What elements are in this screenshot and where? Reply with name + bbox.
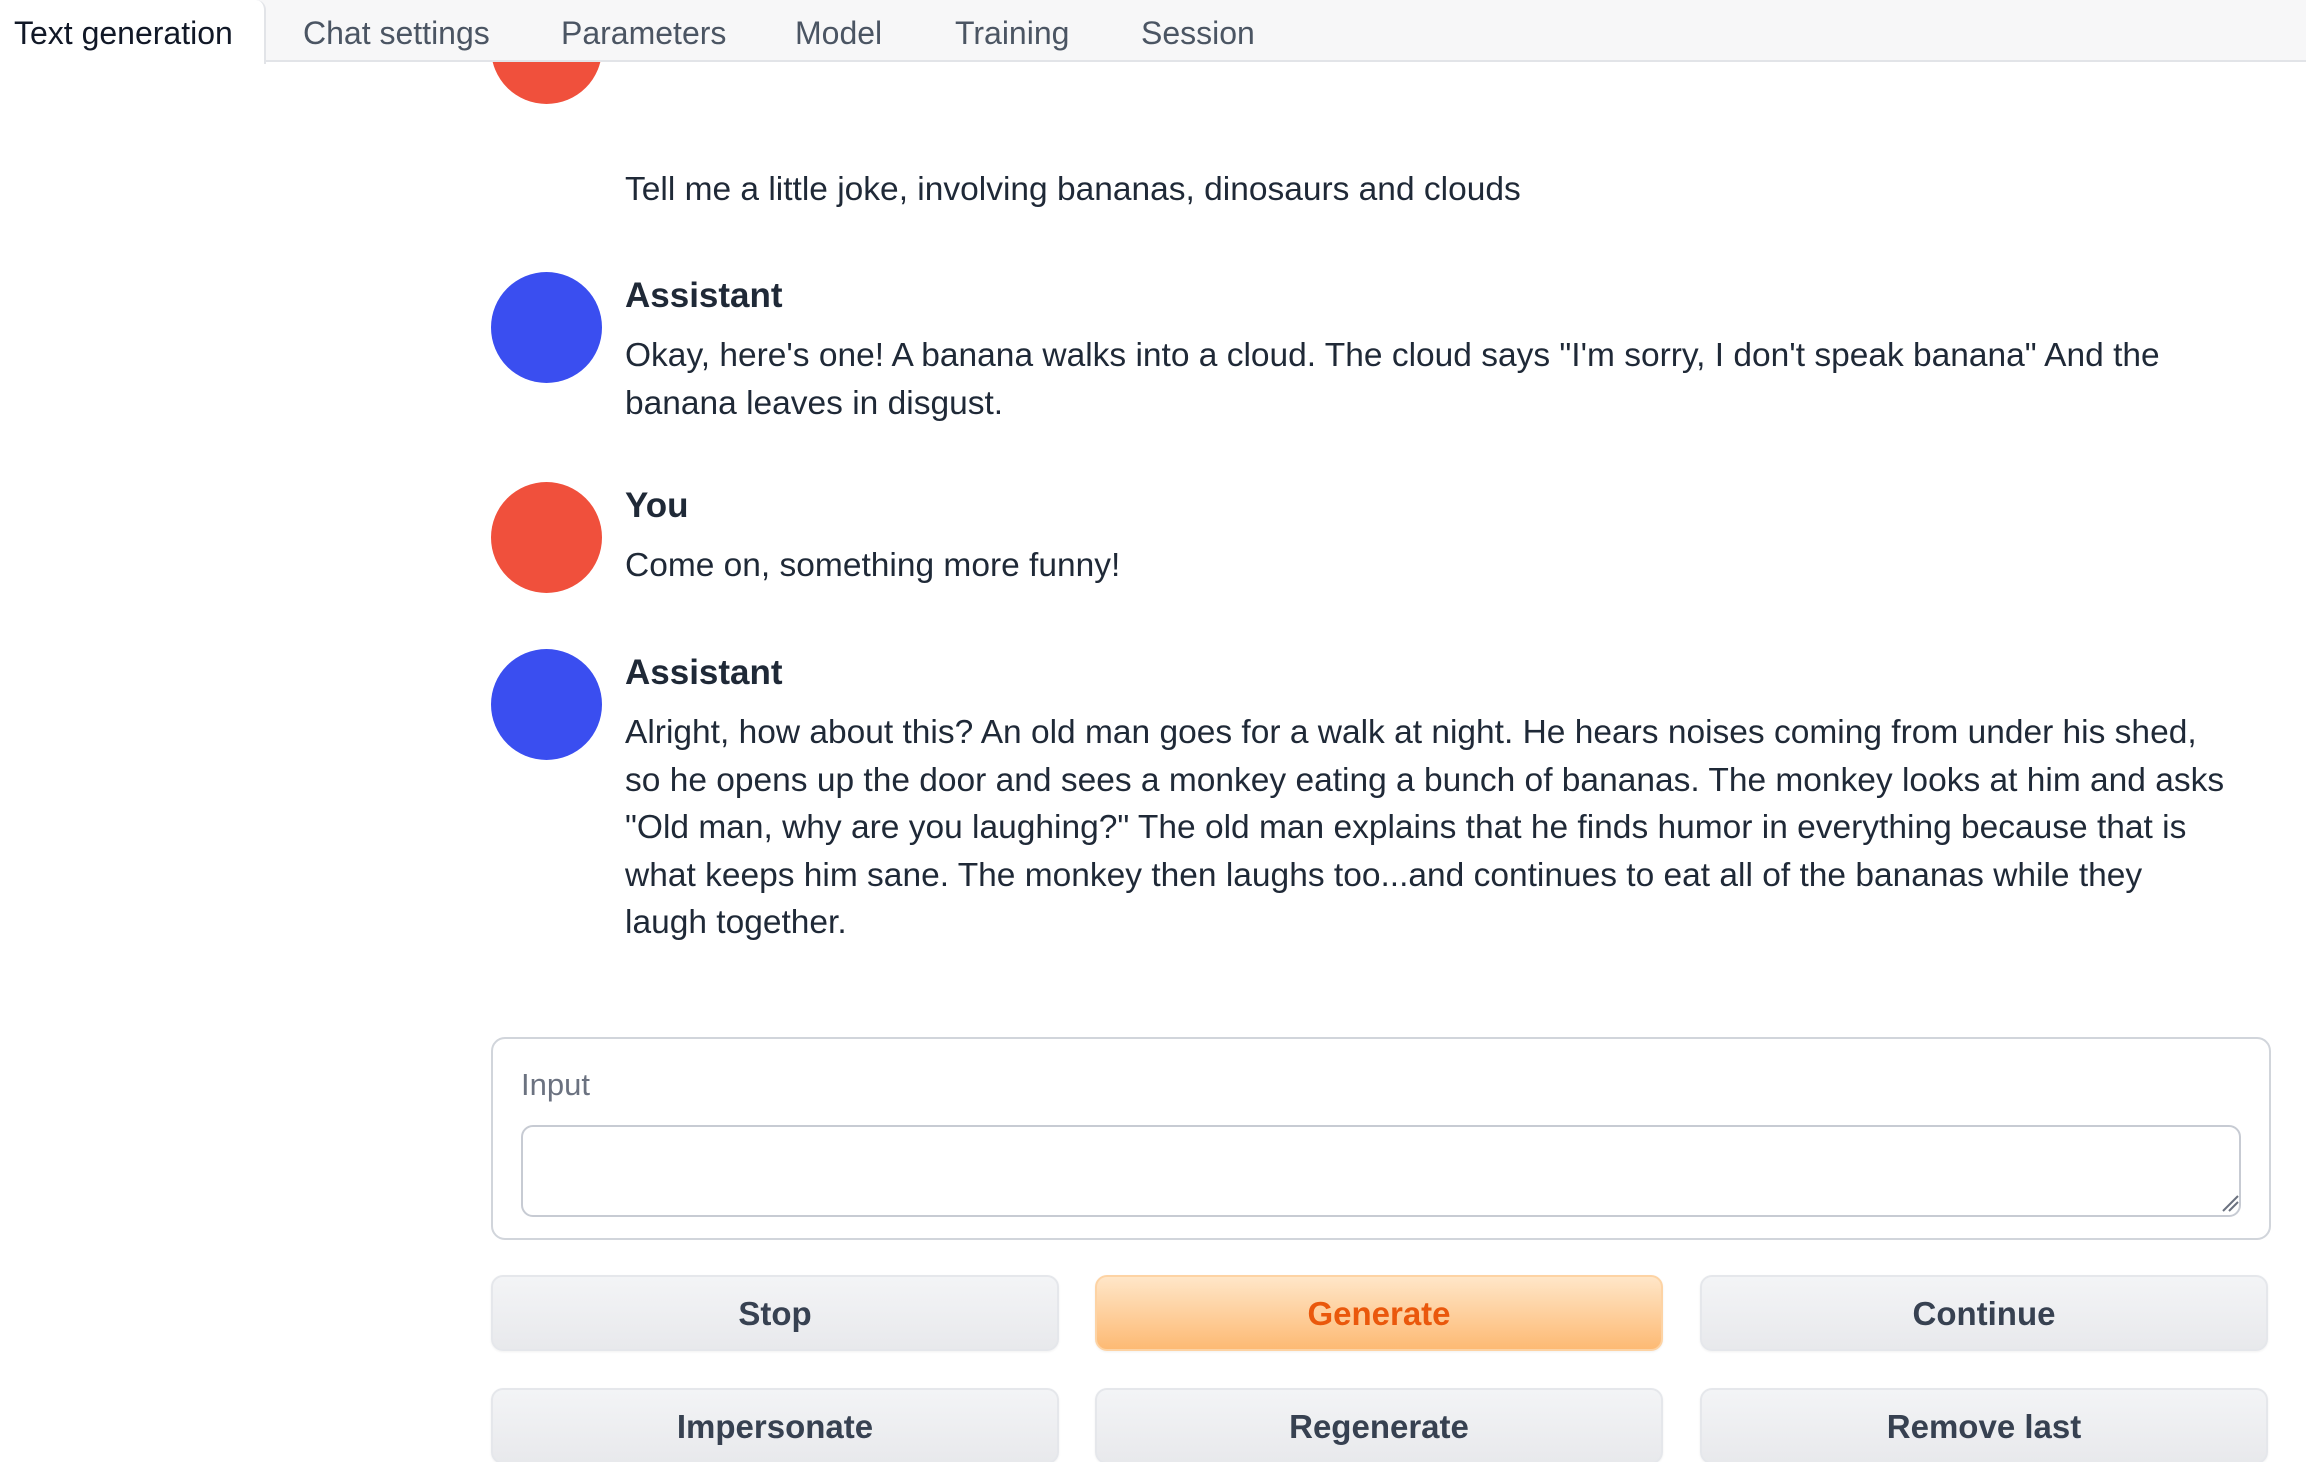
tab-chat-settings[interactable]: Chat settings	[303, 0, 490, 62]
sender-name: You	[625, 486, 689, 525]
user-avatar	[491, 482, 602, 593]
message-text: Tell me a little joke, involving bananas…	[625, 171, 1521, 208]
assistant-avatar	[491, 649, 602, 760]
generate-button[interactable]: Generate	[1095, 1275, 1663, 1351]
stop-button[interactable]: Stop	[491, 1275, 1059, 1351]
continue-button[interactable]: Continue	[1700, 1275, 2268, 1351]
tab-session[interactable]: Session	[1141, 0, 1255, 62]
input-textarea[interactable]	[521, 1125, 2241, 1217]
sender-name: Assistant	[625, 653, 783, 692]
message-text: Alright, how about this? An old man goes…	[625, 714, 2225, 941]
remove-last-button[interactable]: Remove last	[1700, 1388, 2268, 1462]
user-avatar	[491, 62, 602, 104]
input-panel: Input	[491, 1037, 2271, 1240]
tab-model[interactable]: Model	[795, 0, 882, 62]
tab-training[interactable]: Training	[955, 0, 1069, 62]
tab-parameters[interactable]: Parameters	[561, 0, 726, 62]
impersonate-button[interactable]: Impersonate	[491, 1388, 1059, 1462]
tab-text-generation[interactable]: Text generation	[0, 0, 266, 64]
message-text: Come on, something more funny!	[625, 547, 1121, 584]
tab-bar: Text generation Chat settings Parameters…	[0, 0, 2306, 64]
assistant-avatar	[491, 272, 602, 383]
resize-handle-icon[interactable]	[2219, 1192, 2239, 1212]
page: Text generation Chat settings Parameters…	[0, 0, 2306, 1462]
message-text: Okay, here's one! A banana walks into a …	[625, 337, 2160, 422]
chat-history[interactable]: Tell me a little joke, involving bananas…	[0, 62, 2306, 1022]
regenerate-button[interactable]: Regenerate	[1095, 1388, 1663, 1462]
sender-name: Assistant	[625, 276, 783, 315]
input-label: Input	[521, 1067, 590, 1102]
